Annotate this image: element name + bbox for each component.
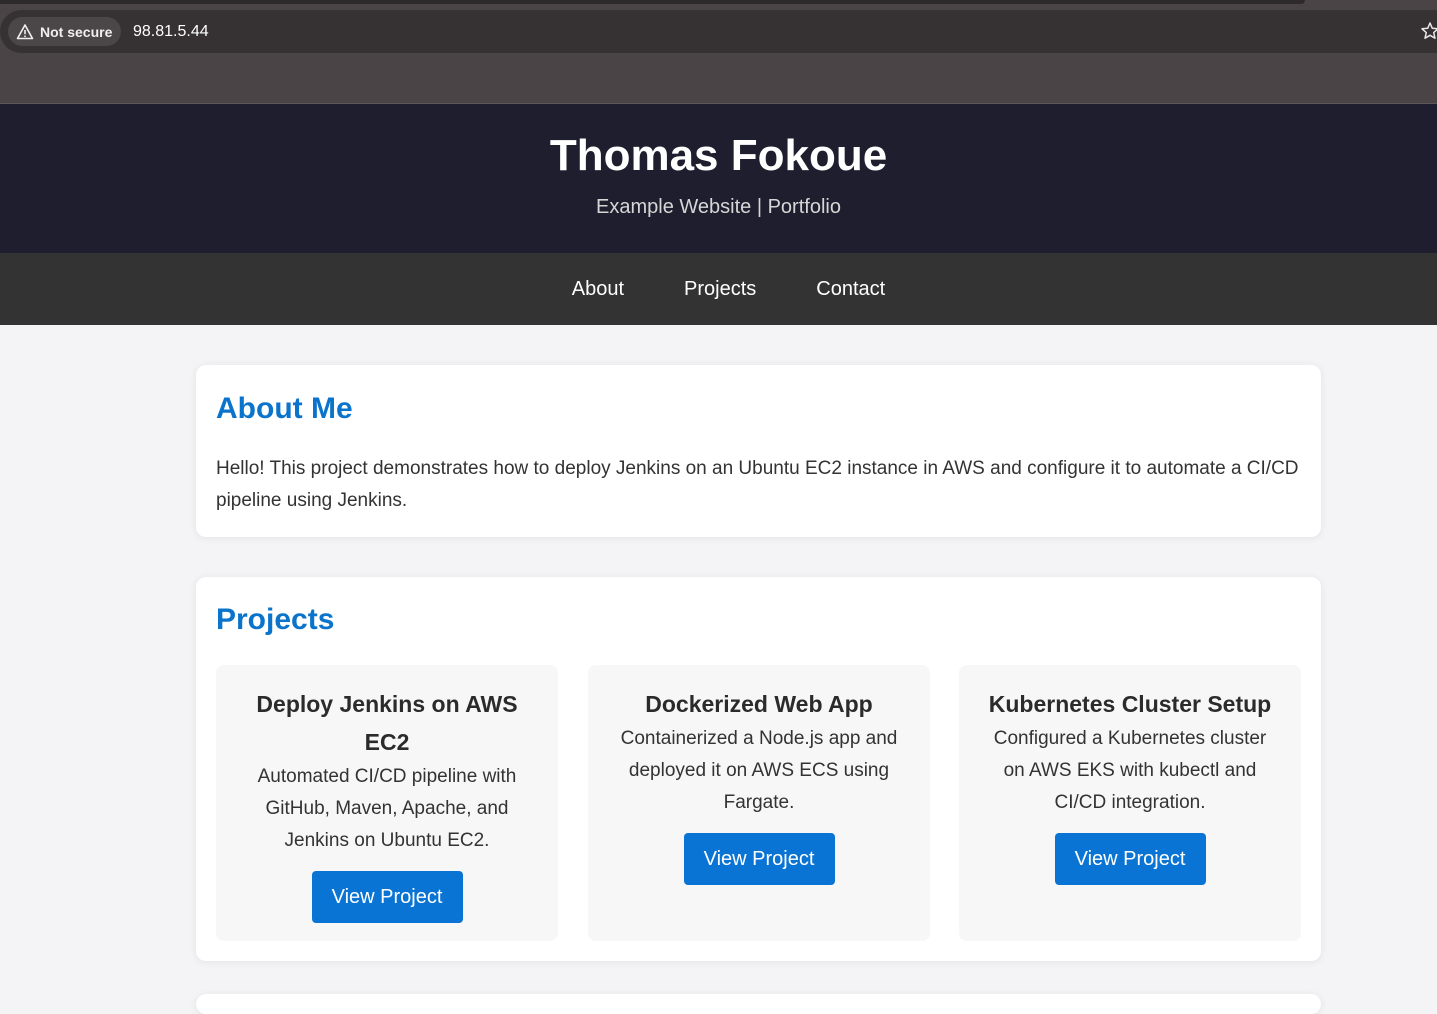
star-icon[interactable]: [1420, 21, 1437, 41]
view-project-button[interactable]: View Project: [311, 871, 463, 923]
next-section-edge: [196, 994, 1321, 1014]
view-project-button[interactable]: View Project: [1054, 833, 1206, 885]
project-card: Kubernetes Cluster Setup Configured a Ku…: [959, 665, 1301, 941]
about-text: Hello! This project demonstrates how to …: [216, 458, 1299, 511]
main-nav: About Projects Contact: [0, 253, 1437, 325]
about-section: About Me Hello! This project demonstrate…: [196, 365, 1321, 537]
project-card: Deploy Jenkins on AWS EC2 Automated CI/C…: [216, 665, 558, 941]
warning-triangle-icon: [16, 23, 34, 39]
project-title: Deploy Jenkins on AWS EC2: [256, 691, 518, 755]
tab-strip-edge: [0, 0, 1305, 4]
project-card: Dockerized Web App Containerized a Node.…: [588, 665, 930, 941]
projects-heading: Projects: [216, 603, 335, 636]
projects-section: Projects Deploy Jenkins on AWS EC2 Autom…: [196, 577, 1321, 961]
nav-link-about[interactable]: About: [572, 277, 624, 301]
browser-chrome: Not secure 98.81.5.44: [0, 0, 1437, 104]
security-indicator[interactable]: Not secure: [8, 17, 122, 46]
project-description: Containerized a Node.js app and deployed…: [620, 728, 898, 813]
url-text[interactable]: 98.81.5.44: [133, 22, 209, 42]
nav-link-contact[interactable]: Contact: [816, 277, 885, 301]
project-description: Configured a Kubernetes cluster on AWS E…: [993, 728, 1267, 813]
view-project-button[interactable]: View Project: [683, 833, 835, 885]
project-description: Automated CI/CD pipeline with GitHub, Ma…: [257, 766, 517, 851]
site-header: Thomas Fokoue Example Website | Portfoli…: [0, 104, 1437, 253]
nav-link-projects[interactable]: Projects: [684, 277, 756, 301]
site-subtitle: Example Website | Portfolio: [596, 196, 841, 218]
security-label: Not secure: [40, 23, 113, 40]
site-title: Thomas Fokoue: [549, 131, 888, 180]
project-title: Dockerized Web App: [645, 691, 873, 717]
about-heading: About Me: [216, 392, 353, 425]
address-bar[interactable]: Not secure 98.81.5.44: [0, 10, 1437, 53]
project-title: Kubernetes Cluster Setup: [988, 691, 1272, 717]
